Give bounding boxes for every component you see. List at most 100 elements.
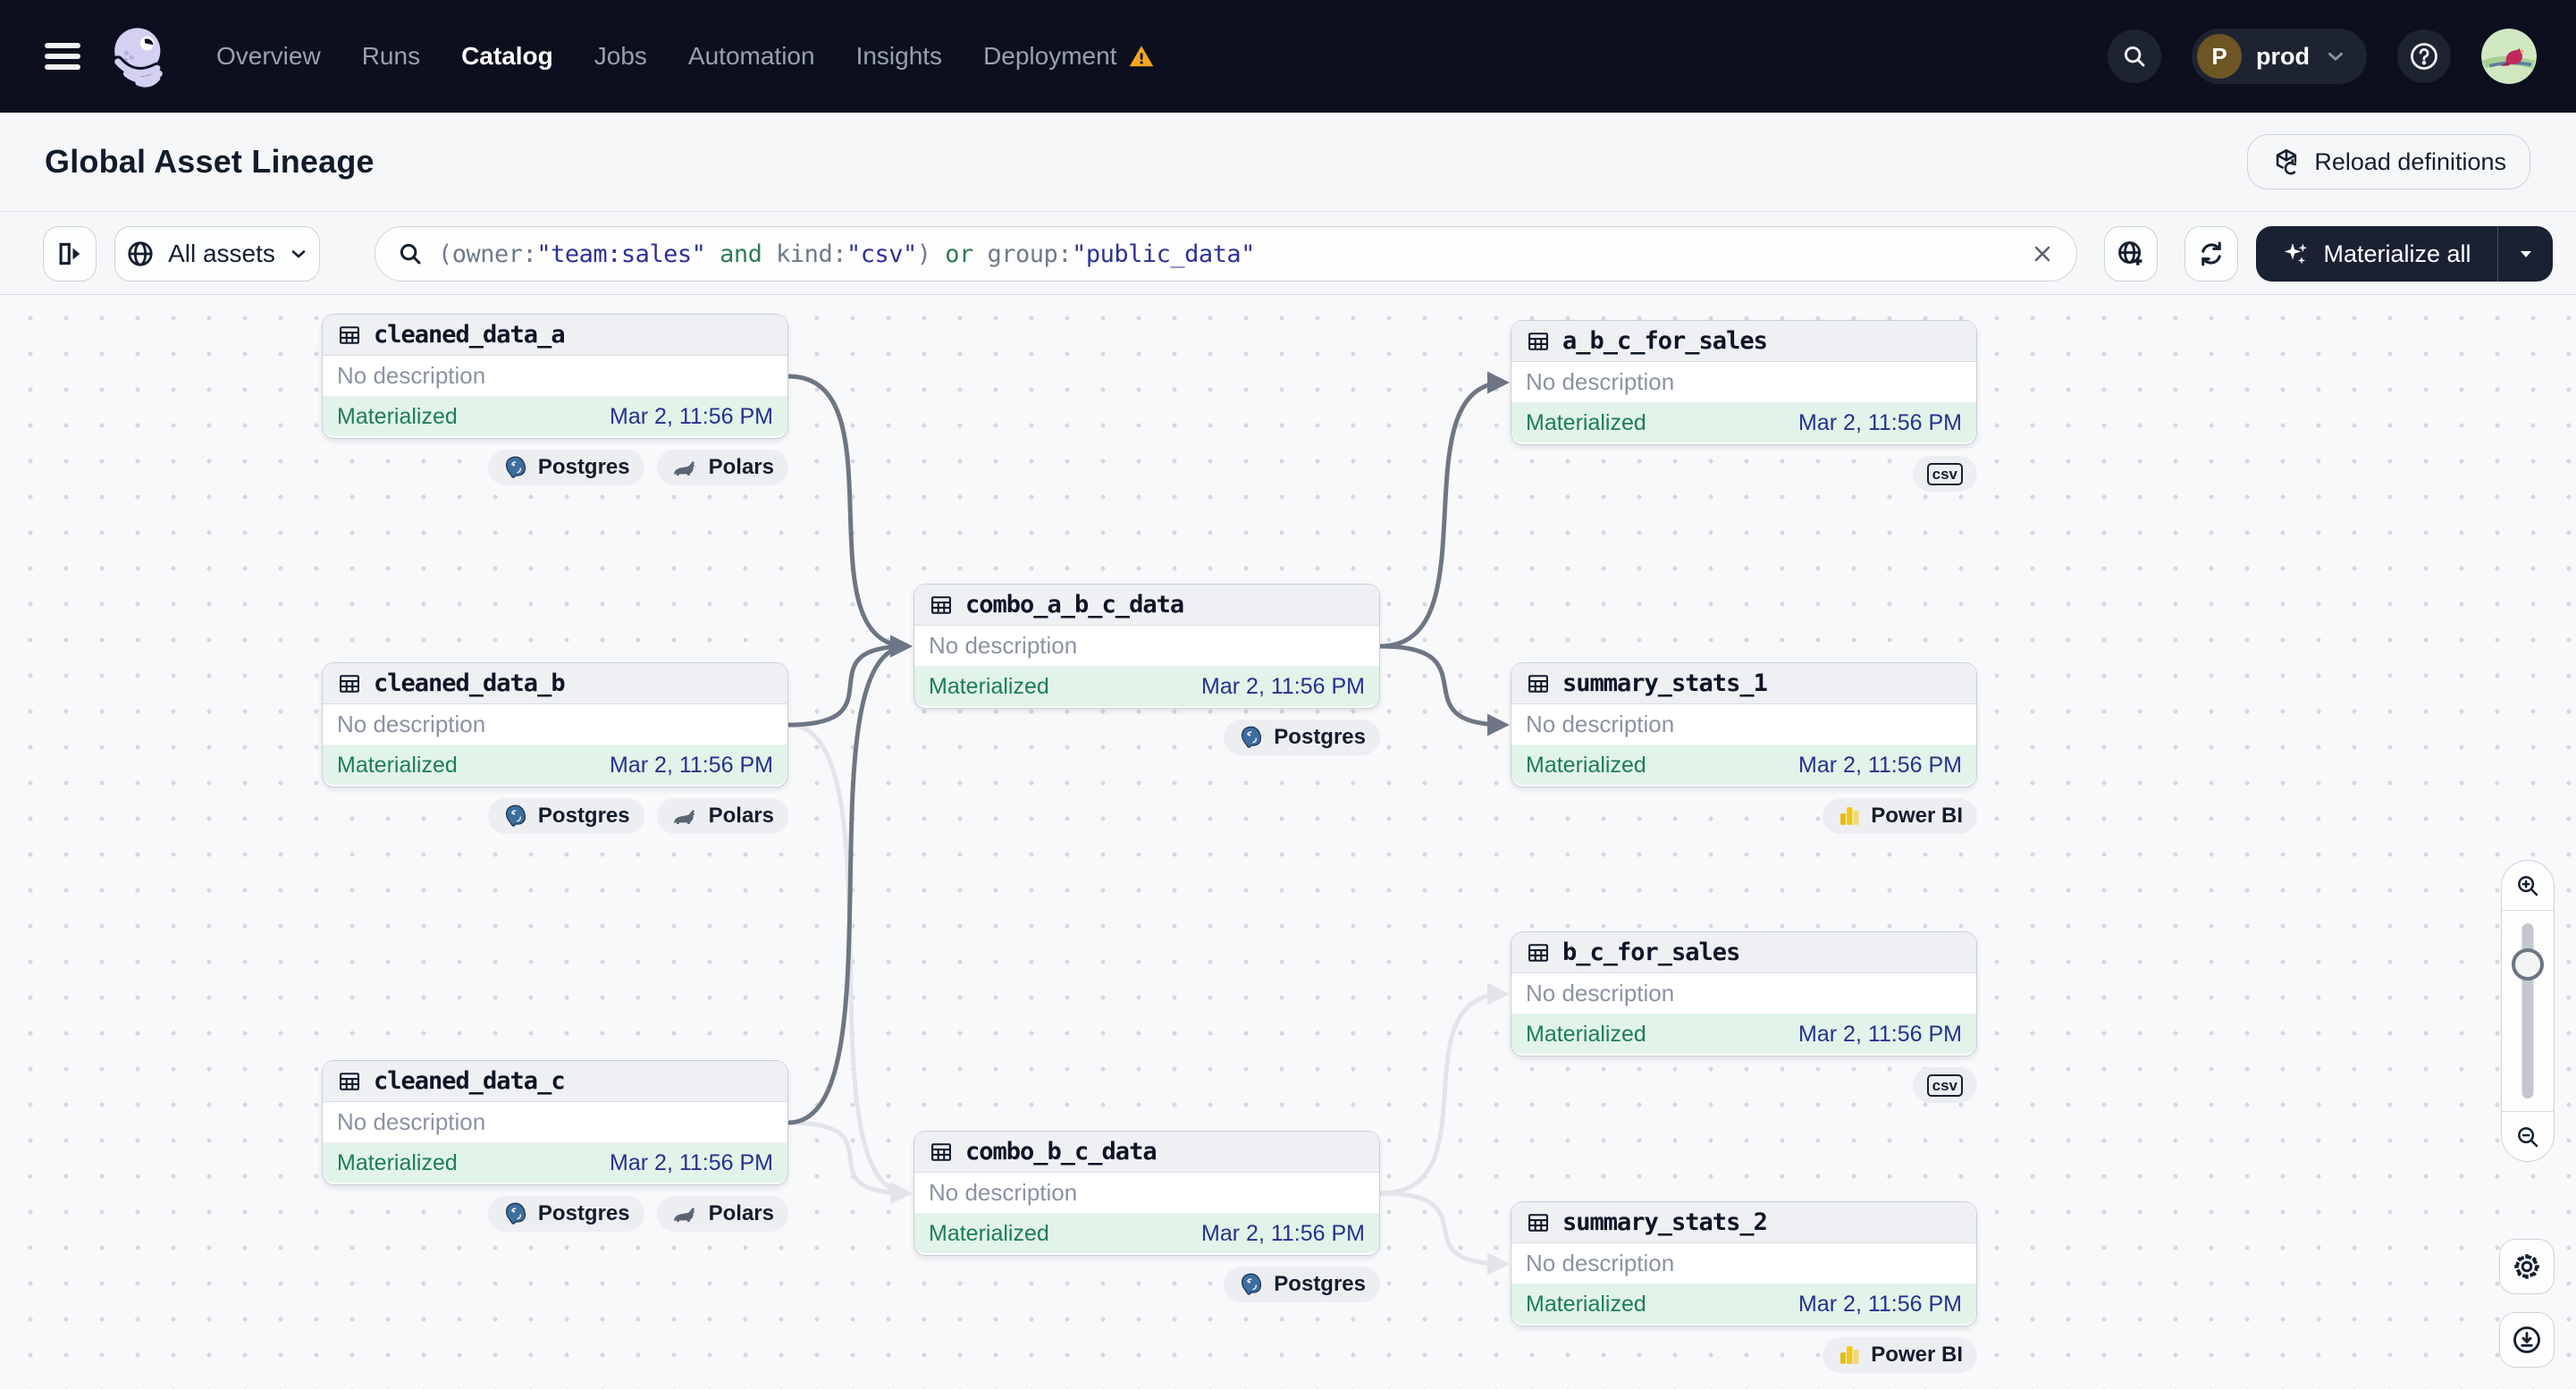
asset-scope-dropdown[interactable]: All assets xyxy=(114,226,320,282)
nav-item-label: Automation xyxy=(687,42,815,70)
zoom-out-icon[interactable] xyxy=(2502,1111,2554,1161)
asset-description: No description xyxy=(914,1173,1379,1214)
query-segment: ( xyxy=(438,240,452,268)
asset-node-combo_a_b_c_data[interactable]: combo_a_b_c_data No description Material… xyxy=(913,584,1380,709)
menu-icon[interactable] xyxy=(45,43,80,70)
powerbi-icon xyxy=(1837,804,1862,829)
asset-node-a_b_c_for_sales[interactable]: a_b_c_for_sales No description Materiali… xyxy=(1511,320,1977,445)
csv-icon: csv xyxy=(1926,1073,1963,1097)
asset-kind-badges: Power BI xyxy=(1511,798,1977,834)
kind-badge-power-bi[interactable]: Power BI xyxy=(1823,1337,1977,1373)
nav-item-runs[interactable]: Runs xyxy=(362,42,420,71)
search-query-text: (owner:"team:sales" and kind:"csv") or g… xyxy=(438,240,2016,268)
materialize-all-split-button: Materialize all xyxy=(2256,226,2553,282)
postgres-icon xyxy=(502,454,529,481)
nav-item-overview[interactable]: Overview xyxy=(216,42,321,71)
materialized-status: Materialized xyxy=(1526,1291,1646,1317)
materialized-status: Materialized xyxy=(337,1149,458,1175)
asset-status-bar: Materialized Mar 2, 11:56 PM xyxy=(914,667,1379,706)
lineage-edge-combo_b_c_data-to-b_c_for_sales xyxy=(1379,982,1510,1196)
lineage-toolbar: All assets (owner:"team:sales" and kind:… xyxy=(0,212,2576,295)
zoom-slider-thumb[interactable] xyxy=(2512,948,2544,981)
kind-badge-csv[interactable]: csv xyxy=(1912,1067,1977,1103)
query-segment: "team:sales" xyxy=(536,240,706,268)
asset-node-cleaned_data_a[interactable]: cleaned_data_a No description Materializ… xyxy=(322,314,788,439)
kind-badge-postgres[interactable]: Postgres xyxy=(1224,720,1380,755)
nav-item-automation[interactable]: Automation xyxy=(688,42,815,71)
asset-node-header: summary_stats_2 xyxy=(1511,1202,1976,1243)
nav-item-deployment[interactable]: Deployment xyxy=(983,42,1156,71)
deployment-switcher[interactable]: P prod xyxy=(2192,29,2367,84)
query-segment: owner: xyxy=(451,240,537,268)
asset-node-summary_stats_1[interactable]: summary_stats_1 No description Materiali… xyxy=(1511,662,1977,787)
csv-glyph: csv xyxy=(1926,1073,1963,1097)
kind-badge-csv[interactable]: csv xyxy=(1912,456,1977,492)
kind-badge-postgres[interactable]: Postgres xyxy=(487,1196,644,1232)
asset-status-bar: Materialized Mar 2, 11:56 PM xyxy=(323,397,787,436)
chevron-down-icon xyxy=(2328,52,2343,62)
asset-status-bar: Materialized Mar 2, 11:56 PM xyxy=(1511,745,1976,785)
asset-description: No description xyxy=(323,1102,787,1143)
nav-item-insights[interactable]: Insights xyxy=(856,42,943,71)
asset-node-combo_b_c_data[interactable]: combo_b_c_data No description Materializ… xyxy=(913,1131,1380,1256)
materialization-timestamp: Mar 2, 11:56 PM xyxy=(1798,1021,1962,1047)
nav-item-label: Jobs xyxy=(593,42,647,70)
dagster-logo-icon[interactable] xyxy=(104,21,173,91)
nav-item-catalog[interactable]: Catalog xyxy=(461,42,553,71)
table-icon xyxy=(340,325,359,344)
lineage-canvas[interactable]: cleaned_data_a No description Materializ… xyxy=(0,295,2576,1389)
csv-glyph: csv xyxy=(1926,462,1963,485)
expand-panel-icon xyxy=(59,242,80,265)
reload-definitions-button[interactable]: Reload definitions xyxy=(2247,134,2530,189)
deployment-initial: P xyxy=(2197,34,2242,79)
kind-badge-postgres[interactable]: Postgres xyxy=(487,450,644,485)
polars-icon xyxy=(671,804,700,828)
asset-status-bar: Materialized Mar 2, 11:56 PM xyxy=(1511,403,1976,442)
asset-node-cleaned_data_c[interactable]: cleaned_data_c No description Materializ… xyxy=(322,1060,788,1185)
asset-node-b_c_for_sales[interactable]: b_c_for_sales No description Materialize… xyxy=(1511,931,1977,1056)
lineage-edge-combo_a_b_c_data-to-summary_stats_1 xyxy=(1379,644,1510,737)
lineage-edge-cleaned_data_a-to-combo_a_b_c_data xyxy=(787,374,913,658)
postgres-icon xyxy=(502,1200,529,1227)
table-icon xyxy=(340,674,359,693)
reload-definitions-label: Reload definitions xyxy=(2314,147,2506,175)
kind-badge-polars[interactable]: Polars xyxy=(656,450,788,485)
postgres-icon xyxy=(502,803,529,829)
asset-search-input[interactable]: (owner:"team:sales" and kind:"csv") or g… xyxy=(375,226,2077,282)
clear-search-icon[interactable] xyxy=(2030,241,2055,266)
kind-badge-power-bi[interactable]: Power BI xyxy=(1823,798,1977,834)
asset-node-cleaned_data_b[interactable]: cleaned_data_b No description Materializ… xyxy=(322,662,788,787)
download-image-button[interactable] xyxy=(2499,1312,2555,1368)
materialize-all-button[interactable]: Materialize all xyxy=(2256,226,2497,282)
materialize-options-caret[interactable] xyxy=(2497,226,2553,282)
open-sidebar-button[interactable] xyxy=(43,226,97,282)
kind-badge-polars[interactable]: Polars xyxy=(656,1196,788,1232)
lineage-edge-cleaned_data_b-to-combo_a_b_c_data xyxy=(787,635,913,728)
asset-node-header: b_c_for_sales xyxy=(1511,932,1976,973)
asset-scope-label: All assets xyxy=(168,240,275,267)
asset-description: No description xyxy=(1511,704,1976,745)
zoom-slider[interactable] xyxy=(2502,911,2554,1111)
refresh-icon[interactable] xyxy=(2185,226,2238,282)
nav-item-jobs[interactable]: Jobs xyxy=(594,42,647,71)
help-icon[interactable] xyxy=(2397,29,2451,83)
materialize-all-label: Materialize all xyxy=(2323,240,2471,267)
asset-node-summary_stats_2[interactable]: summary_stats_2 No description Materiali… xyxy=(1511,1201,1977,1326)
asset-node-header: cleaned_data_c xyxy=(323,1061,787,1102)
kind-badge-postgres[interactable]: Postgres xyxy=(487,798,644,834)
asset-name: combo_b_c_data xyxy=(965,1138,1158,1166)
graph-settings-button[interactable] xyxy=(2499,1239,2555,1294)
kind-badge-label: Power BI xyxy=(1871,1343,1963,1367)
csv-icon: csv xyxy=(1926,462,1963,485)
search-icon[interactable] xyxy=(2108,29,2161,83)
query-segment: ) xyxy=(916,240,931,268)
asset-status-bar: Materialized Mar 2, 11:56 PM xyxy=(1511,1014,1976,1054)
kind-badge-polars[interactable]: Polars xyxy=(656,798,788,834)
avatar[interactable] xyxy=(2481,29,2537,84)
chevron-down-icon xyxy=(291,250,306,258)
zoom-in-icon[interactable] xyxy=(2502,861,2554,911)
save-view-globe-plus-icon[interactable] xyxy=(2104,226,2158,282)
asset-kind-badges: Postgres Polars xyxy=(322,450,788,485)
query-segment: and xyxy=(705,240,777,268)
kind-badge-postgres[interactable]: Postgres xyxy=(1224,1267,1380,1302)
